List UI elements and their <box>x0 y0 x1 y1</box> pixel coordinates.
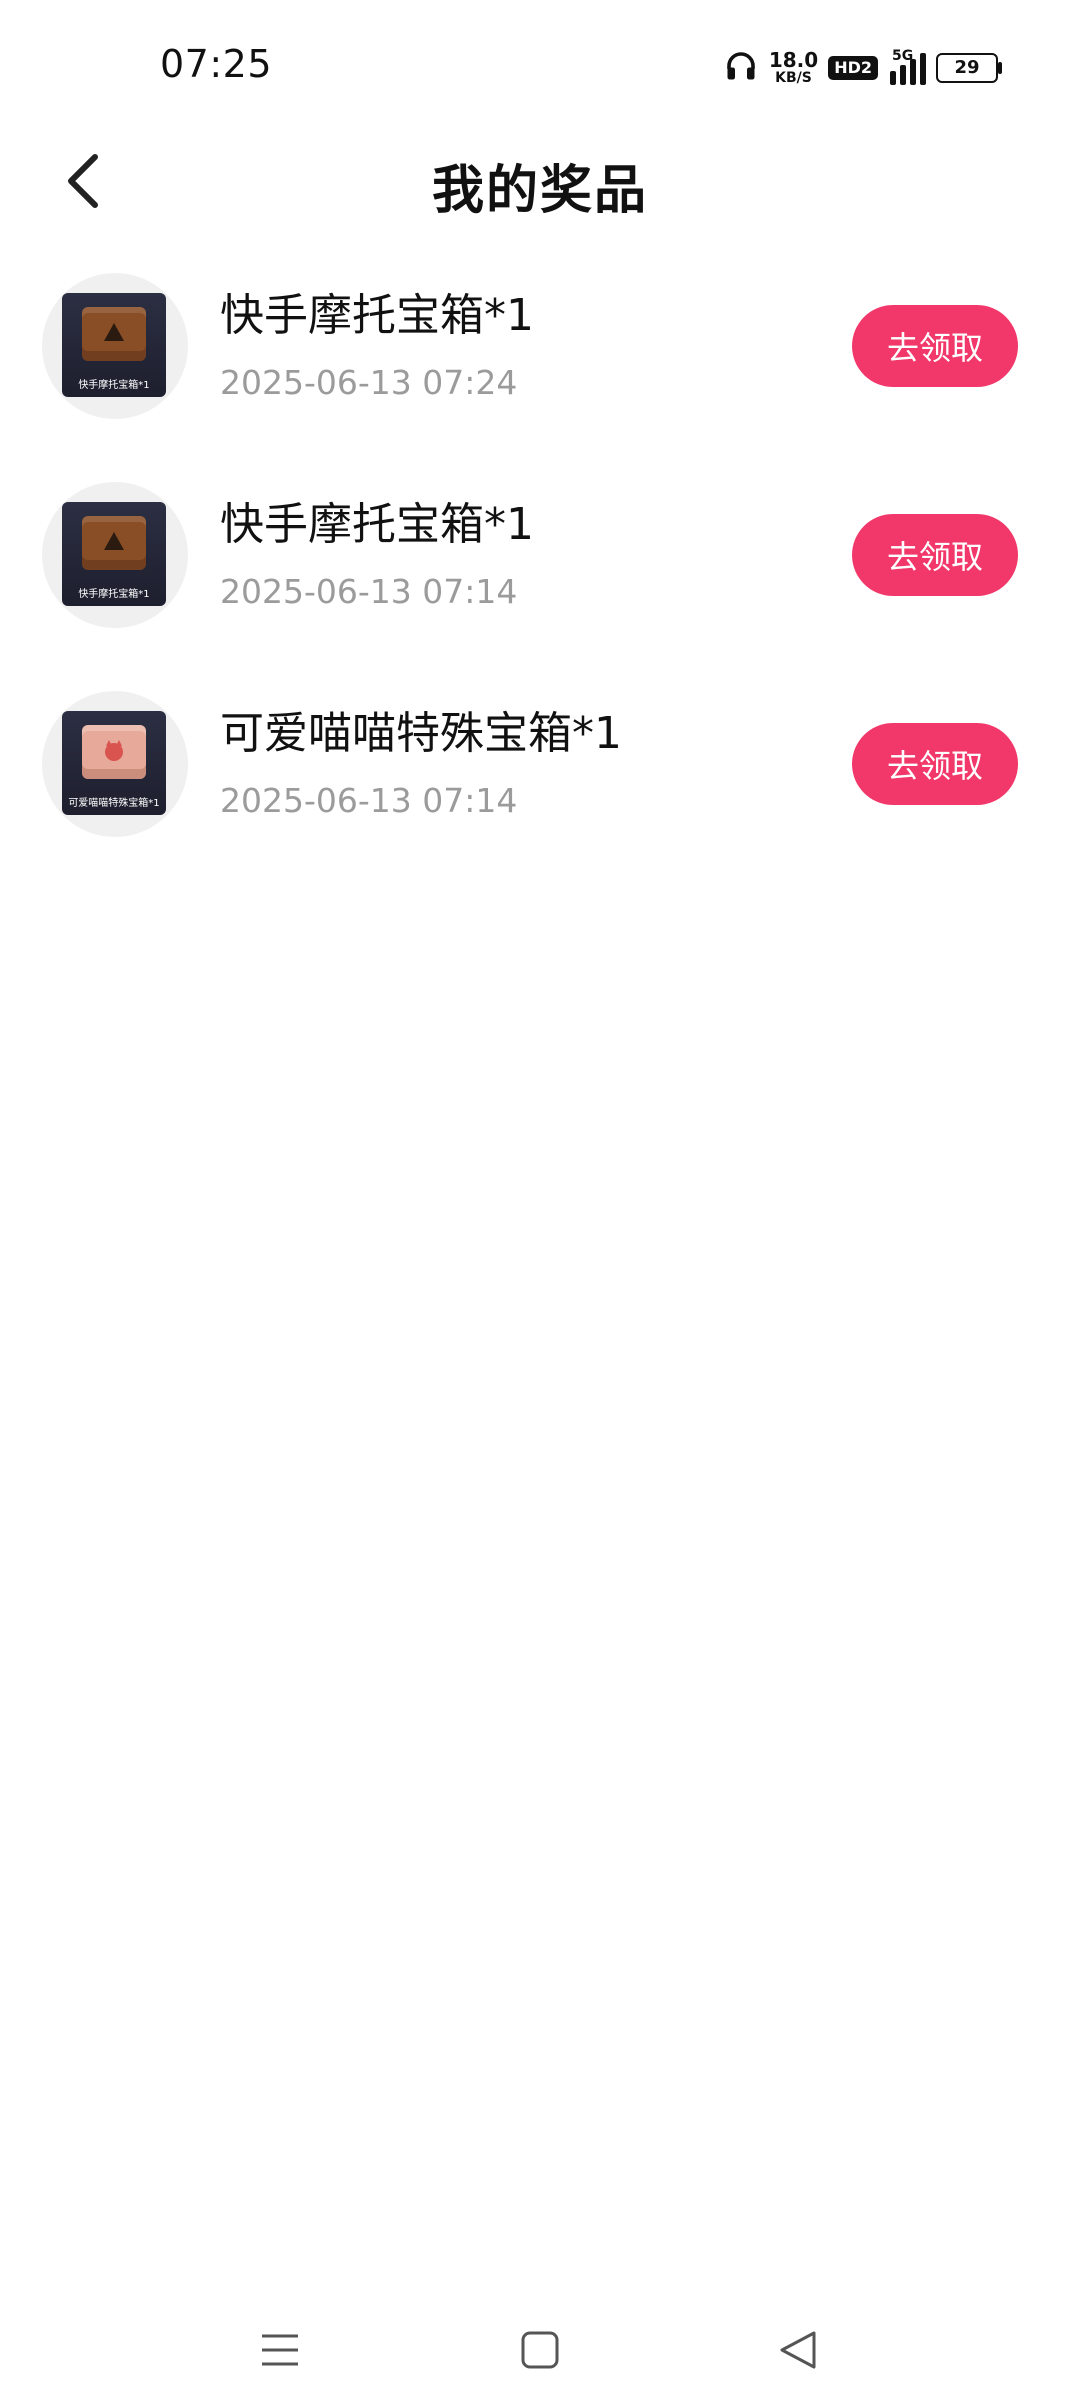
cat-face-icon <box>105 740 123 761</box>
status-time: 07:25 <box>160 42 273 86</box>
status-icons: 18.0 KB/S HD2 5G 29 <box>723 45 1002 90</box>
signal-icon: 5G <box>888 47 926 85</box>
treasure-chest-icon <box>82 307 146 361</box>
prize-time: 2025-06-13 07:14 <box>220 572 518 611</box>
thumb-caption: 可爱喵喵特殊宝箱*1 <box>68 798 160 809</box>
network-speed-value: 18.0 <box>768 48 819 72</box>
system-nav-bar <box>0 2300 1080 2400</box>
logo-mark-icon <box>104 323 124 341</box>
prize-thumbnail: 可爱喵喵特殊宝箱*1 <box>42 691 188 837</box>
claim-button[interactable]: 去领取 <box>852 723 1018 805</box>
prize-name: 可爱喵喵特殊宝箱*1 <box>220 708 622 759</box>
battery-icon: 29 <box>936 52 1002 83</box>
thumb-caption: 快手摩托宝箱*1 <box>78 380 150 391</box>
network-type: 5G <box>892 47 914 64</box>
prize-card-image: 快手摩托宝箱*1 <box>62 502 166 606</box>
network-speed-unit: KB/S <box>775 70 812 86</box>
logo-mark-icon <box>104 532 124 550</box>
home-button[interactable] <box>508 2318 572 2382</box>
list-item: 快手摩托宝箱*1 快手摩托宝箱*1 2025-06-13 07:14 去领取 <box>0 464 1080 673</box>
prize-name: 快手摩托宝箱*1 <box>220 499 534 550</box>
menu-icon <box>262 2334 298 2366</box>
prize-name: 快手摩托宝箱*1 <box>220 290 534 341</box>
prize-list: 快手摩托宝箱*1 快手摩托宝箱*1 2025-06-13 07:24 去领取 快… <box>0 255 1080 882</box>
prize-thumbnail: 快手摩托宝箱*1 <box>42 482 188 628</box>
prize-time: 2025-06-13 07:24 <box>220 363 518 402</box>
list-item: 快手摩托宝箱*1 快手摩托宝箱*1 2025-06-13 07:24 去领取 <box>0 255 1080 464</box>
claim-button[interactable]: 去领取 <box>852 514 1018 596</box>
battery-level: 29 <box>954 57 980 78</box>
status-bar: 07:25 18.0 KB/S HD2 5G 29 <box>0 0 1080 135</box>
page-header: 我的奖品 <box>0 140 1080 224</box>
thumb-caption: 快手摩托宝箱*1 <box>78 589 150 600</box>
list-item: 可爱喵喵特殊宝箱*1 可爱喵喵特殊宝箱*1 2025-06-13 07:14 去… <box>0 673 1080 882</box>
menu-button[interactable] <box>248 2318 312 2382</box>
headphones-icon <box>723 48 759 88</box>
network-speed: 18.0 KB/S <box>769 50 818 85</box>
prize-card-image: 可爱喵喵特殊宝箱*1 <box>62 711 166 815</box>
nav-back-button[interactable] <box>766 2318 830 2382</box>
prize-card-image: 快手摩托宝箱*1 <box>62 293 166 397</box>
treasure-chest-icon <box>82 725 146 779</box>
hd-icon: HD2 <box>828 55 878 80</box>
back-triangle-icon <box>780 2331 816 2369</box>
home-square-icon <box>521 2331 559 2369</box>
treasure-chest-icon <box>82 516 146 570</box>
claim-button[interactable]: 去领取 <box>852 305 1018 387</box>
prize-time: 2025-06-13 07:14 <box>220 781 518 820</box>
prize-thumbnail: 快手摩托宝箱*1 <box>42 273 188 419</box>
page-title: 我的奖品 <box>431 161 648 221</box>
